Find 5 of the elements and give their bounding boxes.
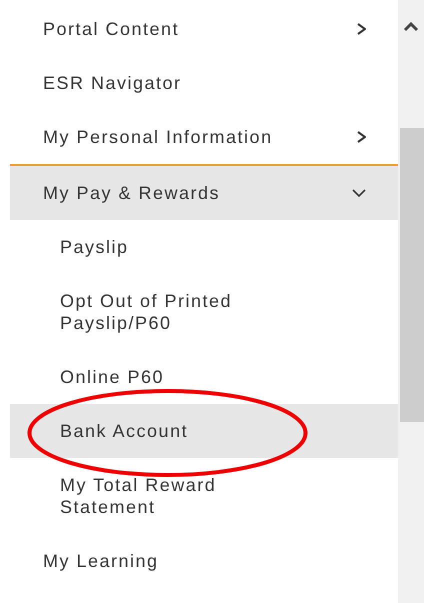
menu-item[interactable]: Bank Account	[10, 404, 398, 458]
scrollbar[interactable]	[398, 0, 424, 603]
menu-item[interactable]: My Pay & Rewards	[10, 164, 398, 220]
scrollbar-thumb[interactable]	[400, 128, 424, 422]
scroll-up-icon[interactable]	[403, 22, 419, 32]
